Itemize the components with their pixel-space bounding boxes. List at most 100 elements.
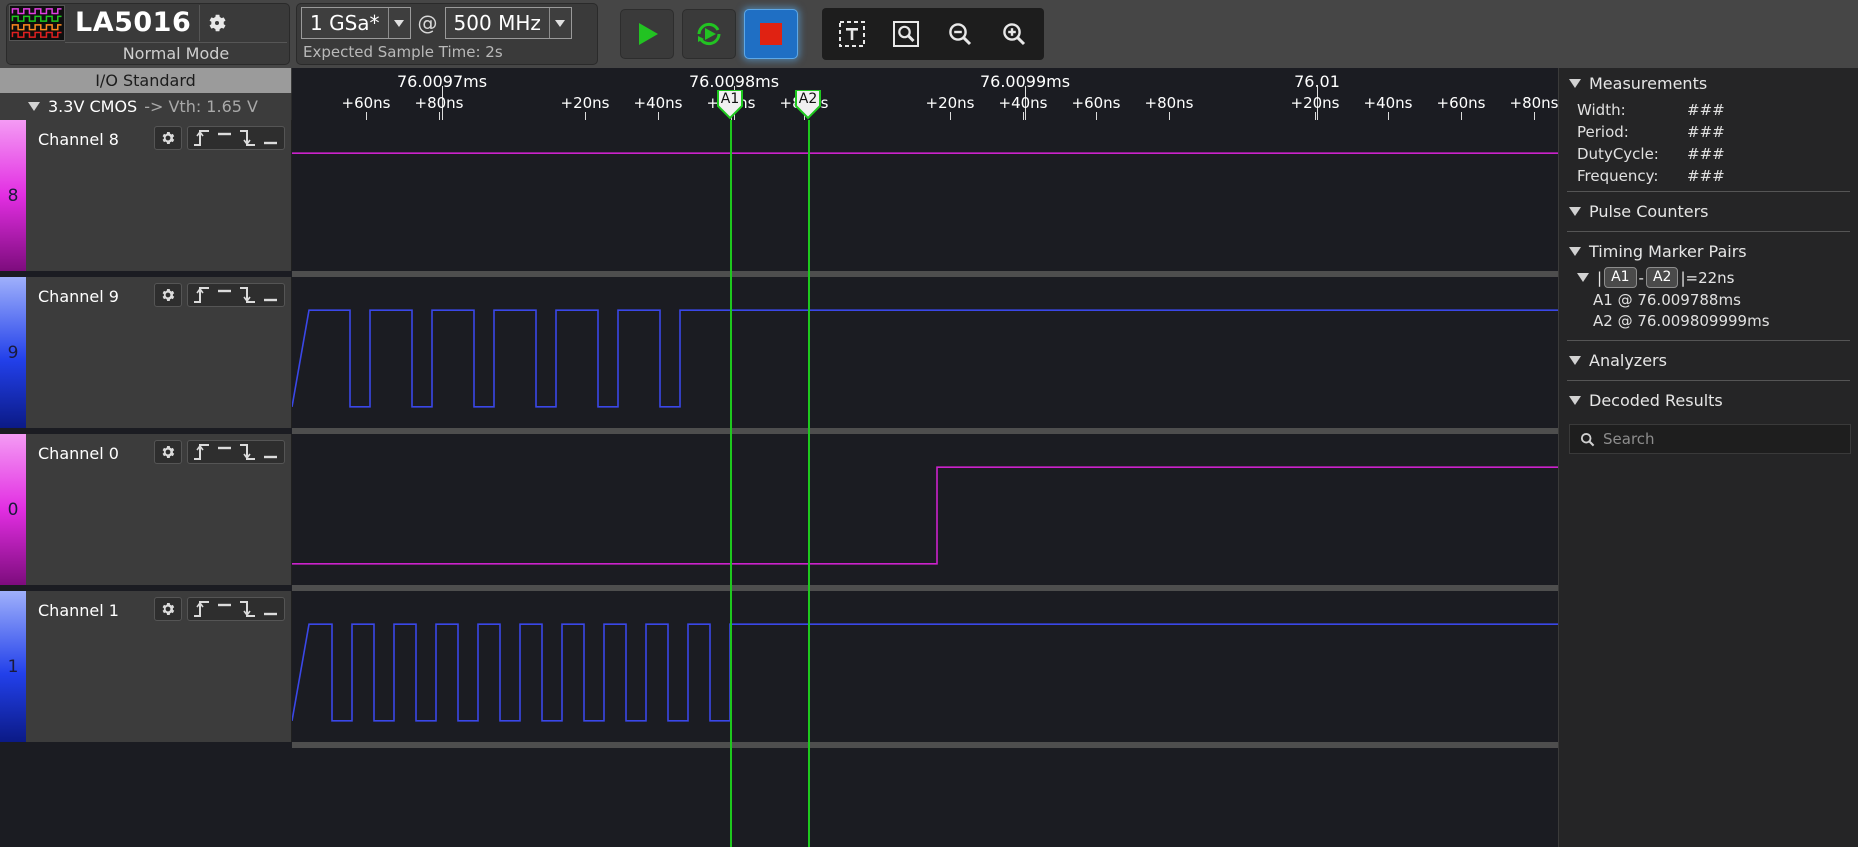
ruler-minor-tick: [366, 112, 367, 120]
time-cursor-a2[interactable]: [808, 120, 810, 847]
waveform-trace: [292, 152, 1558, 155]
channel-trigger-group: [187, 597, 285, 621]
low-level-trigger-button[interactable]: [261, 128, 280, 148]
channel-waveform-plot[interactable]: [292, 591, 1558, 742]
time-cursor-a1[interactable]: [730, 120, 732, 847]
timing-marker-pairs-section-header[interactable]: Timing Marker Pairs: [1559, 236, 1858, 267]
section-divider: [1567, 380, 1850, 381]
channel-settings-button[interactable]: [154, 440, 182, 464]
channel-header-panel: Channel 0: [26, 434, 292, 585]
stop-button[interactable]: [744, 9, 798, 59]
io-standard-row[interactable]: 3.3V CMOS -> Vth: 1.65 V: [0, 93, 292, 120]
ruler-minor-label: +20ns: [1290, 94, 1340, 112]
ruler-minor-tick: [1534, 112, 1535, 120]
channel-buttons: [154, 597, 285, 621]
rising-edge-trigger-button[interactable]: [192, 442, 211, 462]
channel-color-strip[interactable]: 8: [0, 120, 26, 271]
channel-name-label[interactable]: Channel 1: [38, 601, 119, 620]
low-level-trigger-button[interactable]: [261, 599, 280, 619]
zoom-in-button[interactable]: [990, 11, 1038, 57]
time-ruler[interactable]: 76.0097ms 76.0098ms 76.0099ms 76.01 +60ns +80…: [292, 68, 1558, 120]
channel-waveform-plot[interactable]: [292, 120, 1558, 271]
low-level-icon: [264, 298, 277, 302]
channel-name-label[interactable]: Channel 0: [38, 444, 119, 463]
channel-waveform-plot[interactable]: [292, 434, 1558, 585]
falling-edge-trigger-button[interactable]: [238, 599, 257, 619]
channel-color-strip[interactable]: 0: [0, 434, 26, 585]
search-placeholder: Search: [1603, 430, 1655, 448]
falling-edge-trigger-button[interactable]: [238, 128, 257, 148]
chevron-down-icon: [387, 8, 410, 38]
loop-play-icon: [697, 22, 721, 46]
ruler-minor-tick: [658, 112, 659, 120]
channel-settings-button[interactable]: [154, 597, 182, 621]
repeat-run-button[interactable]: [682, 9, 736, 59]
text-t-icon: [839, 21, 865, 47]
channel-trigger-group: [187, 126, 285, 150]
falling-edge-trigger-button[interactable]: [238, 442, 257, 462]
rising-edge-trigger-button[interactable]: [192, 599, 211, 619]
time-marker-flag-a2[interactable]: A2: [788, 89, 828, 120]
sample-rate-select[interactable]: 500 MHz: [444, 7, 572, 39]
channel-name-label[interactable]: Channel 9: [38, 287, 119, 306]
marker-chip-a1[interactable]: A1: [1604, 267, 1637, 288]
gear-icon: [209, 14, 226, 32]
channel-name-label[interactable]: Channel 8: [38, 130, 119, 149]
timing-marker-pairs-title: Timing Marker Pairs: [1589, 242, 1747, 261]
marker-pair-row[interactable]: | A1 - A2 |=22ns: [1559, 267, 1858, 288]
pair-dash: -: [1638, 268, 1644, 287]
collapse-triangle-icon: [1569, 356, 1581, 365]
time-marker-flag-a1[interactable]: A1: [710, 89, 750, 120]
waveform-trace: [292, 623, 1558, 722]
section-divider: [1567, 191, 1850, 192]
collapse-triangle-icon: [1577, 273, 1589, 282]
zoom-fit-button[interactable]: [882, 11, 930, 57]
measurements-section-header[interactable]: Measurements: [1559, 68, 1858, 99]
sample-depth-select[interactable]: 1 GSa*: [301, 7, 411, 39]
pulse-counters-section-header[interactable]: Pulse Counters: [1559, 196, 1858, 227]
device-settings-button[interactable]: [199, 5, 233, 41]
ruler-minor-tick: [1096, 112, 1097, 120]
sample-depth-value: 1 GSa*: [310, 11, 380, 35]
ruler-minor-label: +60ns: [1436, 94, 1486, 112]
decoded-results-section-header[interactable]: Decoded Results: [1559, 385, 1858, 416]
channel-separator: [292, 742, 1558, 748]
rising-edge-trigger-button[interactable]: [192, 285, 211, 305]
channel-waveform-plot[interactable]: [292, 277, 1558, 428]
sample-rate-value: 500 MHz: [453, 11, 541, 35]
low-level-icon: [264, 455, 277, 459]
low-level-trigger-button[interactable]: [261, 285, 280, 305]
zoom-out-button[interactable]: [936, 11, 984, 57]
gear-icon: [162, 289, 175, 301]
high-level-trigger-button[interactable]: [215, 285, 234, 305]
analyzers-section-header[interactable]: Analyzers: [1559, 345, 1858, 376]
transport-controls: [620, 9, 798, 59]
rising-edge-trigger-button[interactable]: [192, 128, 211, 148]
io-standard-header-label: I/O Standard: [95, 71, 196, 90]
falling-edge-icon: [240, 130, 255, 146]
ruler-minor-tick: [1023, 112, 1024, 120]
high-level-trigger-button[interactable]: [215, 442, 234, 462]
io-threshold-value: -> Vth: 1.65 V: [144, 97, 258, 116]
ruler-minor-label: +60ns: [1071, 94, 1121, 112]
high-level-trigger-button[interactable]: [215, 599, 234, 619]
channel-color-strip[interactable]: 1: [0, 591, 26, 742]
marker-a1-time: A1 @ 76.009788ms: [1593, 291, 1741, 309]
decoded-results-search[interactable]: Search: [1569, 424, 1851, 454]
channel-settings-button[interactable]: [154, 126, 182, 150]
marker-chip-a2[interactable]: A2: [1645, 267, 1679, 288]
rising-edge-icon: [194, 130, 209, 146]
channel-settings-button[interactable]: [154, 283, 182, 307]
gear-icon: [162, 132, 175, 144]
channel-color-strip[interactable]: 9: [0, 277, 26, 428]
high-level-icon: [218, 446, 231, 450]
measurements-title: Measurements: [1589, 74, 1708, 93]
run-button[interactable]: [620, 9, 674, 59]
high-level-trigger-button[interactable]: [215, 128, 234, 148]
falling-edge-trigger-button[interactable]: [238, 285, 257, 305]
channel-buttons: [154, 283, 285, 307]
measurement-label: Frequency:: [1577, 167, 1659, 185]
low-level-trigger-button[interactable]: [261, 442, 280, 462]
text-tool-button[interactable]: [828, 11, 876, 57]
low-level-icon: [264, 141, 277, 145]
